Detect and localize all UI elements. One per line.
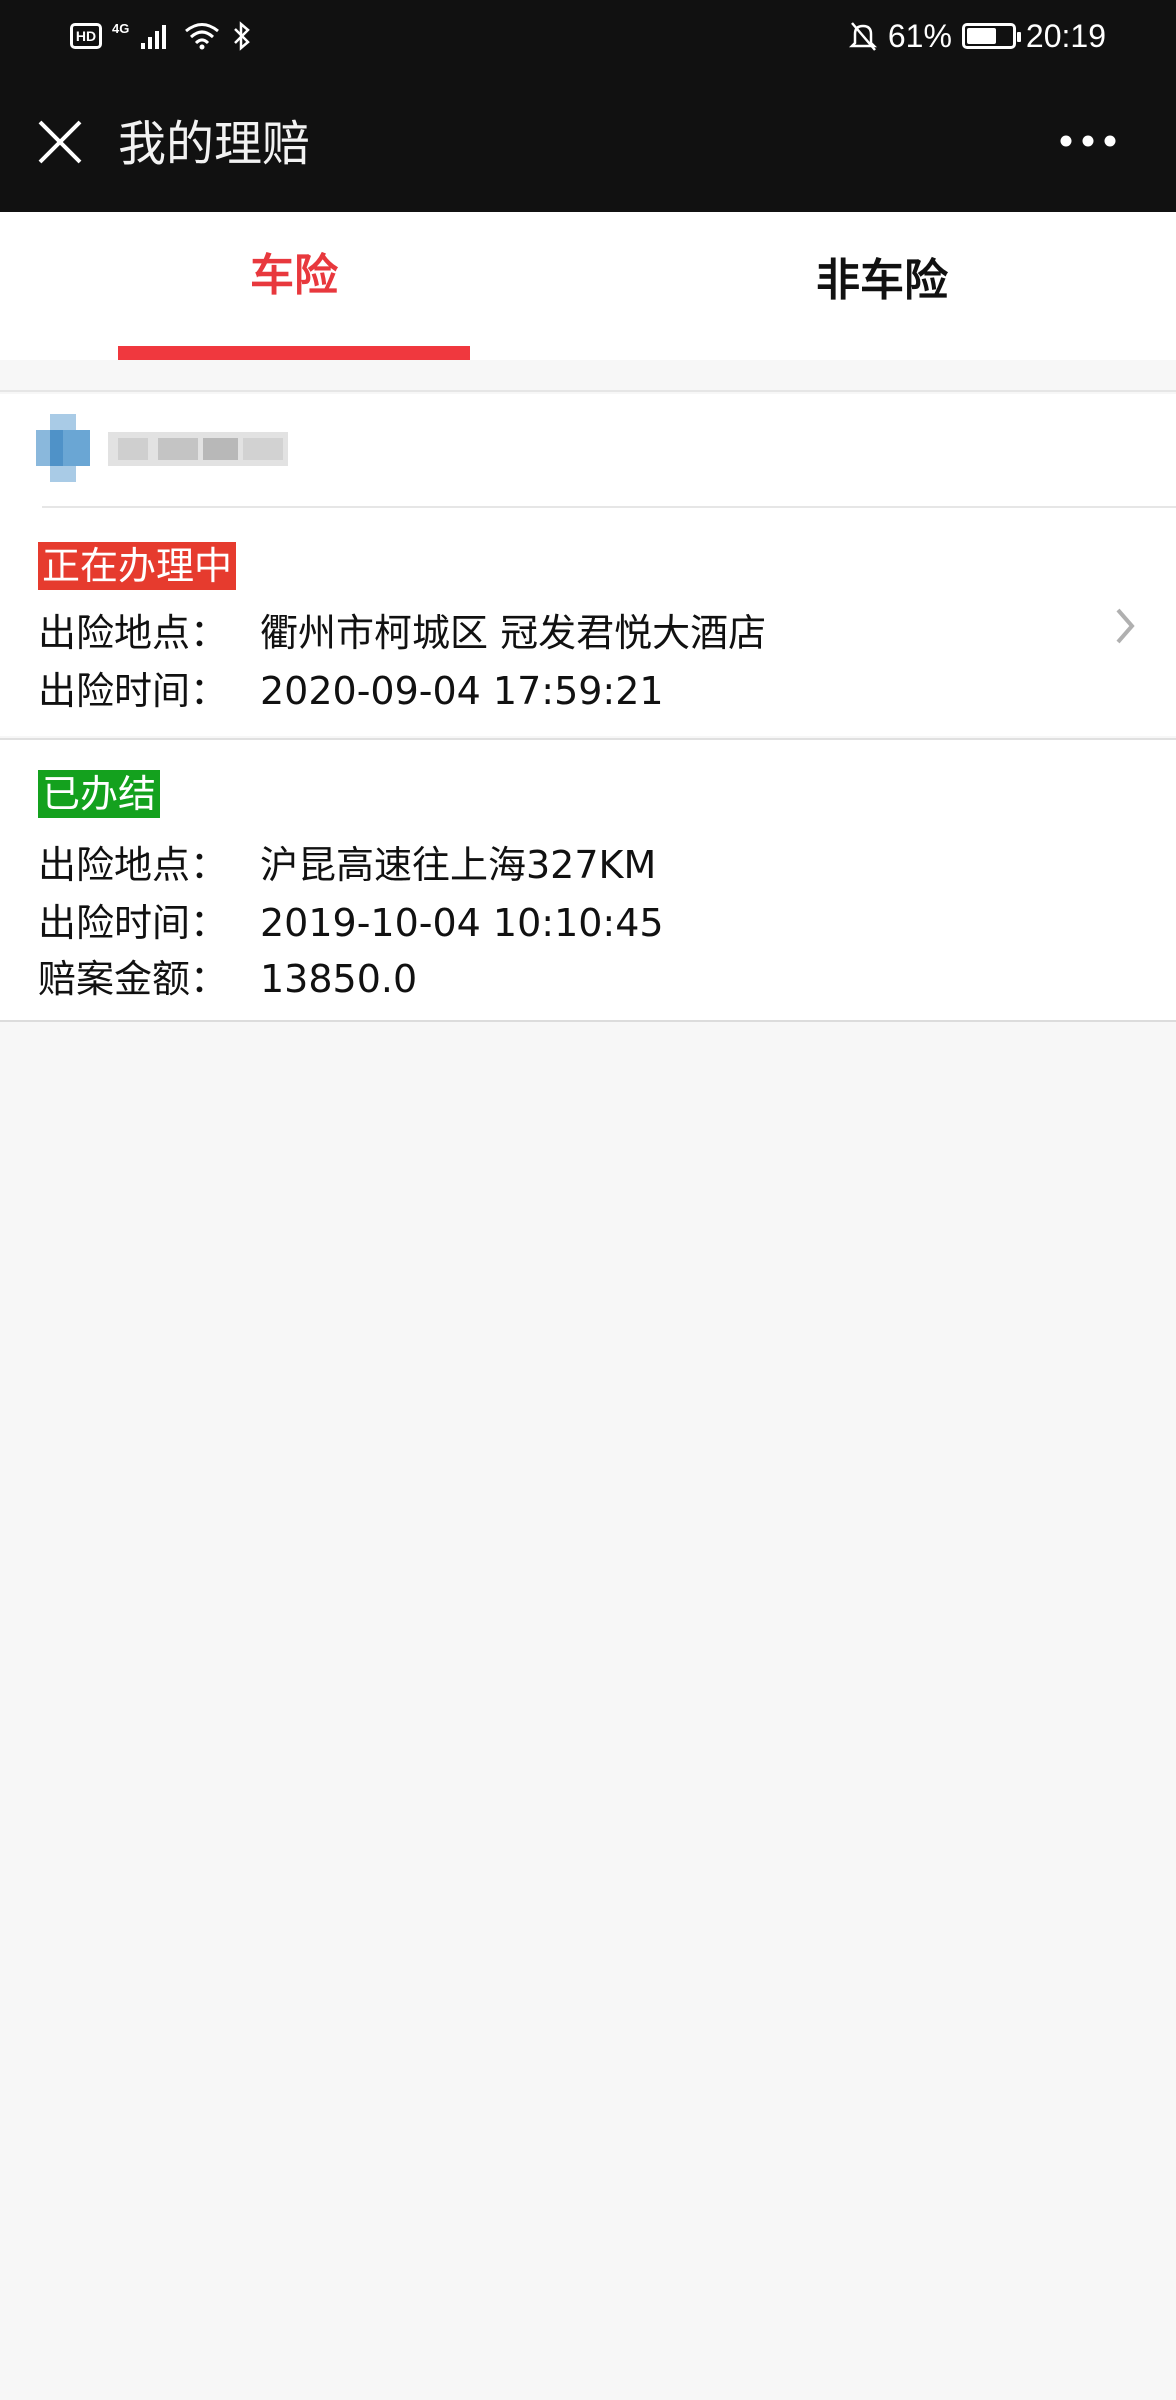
tab-non-car-insurance[interactable]: 非车险 [700,212,1064,360]
status-badge-completed: 已办结 [38,770,161,818]
time-label: 出险时间： [38,669,229,713]
section-gap [0,360,1176,392]
network-type: 4G [112,20,130,36]
more-button[interactable] [1026,116,1136,166]
time-value: 2019-10-04 10:10:45 [260,901,664,945]
claim-time-row: 出险时间： 2019-10-04 10:10:45 [38,898,664,948]
mute-bell-icon [848,22,877,51]
status-bar: HD 4G 61% 20:19 [0,0,1176,72]
claim-location-row: 出险地点： 沪昆高速往上海327KM [38,840,656,890]
account-header [0,394,1176,508]
account-name-blurred [108,432,288,466]
time-label: 出险时间： [38,901,229,945]
close-icon [38,120,82,164]
active-tab-indicator [118,346,470,360]
location-value: 衢州市柯城区 冠发君悦大酒店 [260,611,767,655]
location-label: 出险地点： [38,611,229,655]
time-value: 2020-09-04 17:59:21 [260,669,664,713]
chevron-right-icon [1116,608,1135,644]
wifi-icon [185,23,220,50]
claim-location-row: 出险地点： 衢州市柯城区 冠发君悦大酒店 [38,608,766,658]
claim-time-row: 出险时间： 2020-09-04 17:59:21 [38,666,664,716]
more-icon [1060,135,1116,147]
claim-item[interactable]: 正在办理中 出险地点： 衢州市柯城区 冠发君悦大酒店 出险时间： 2020-09-0… [0,508,1176,736]
close-button[interactable] [30,112,90,172]
claim-item[interactable]: 已办结 出险地点： 沪昆高速往上海327KM 出险时间： 2019-10-04 10… [0,738,1176,1022]
page-title: 我的理赔 [118,116,311,172]
app-bar: 我的理赔 [0,72,1176,212]
battery-percent: 61% [887,17,952,54]
battery-icon [961,23,1021,49]
status-badge-processing: 正在办理中 [38,542,237,590]
signal-icon [141,25,167,49]
clock: 20:19 [1025,17,1106,54]
location-value: 沪昆高速往上海327KM [260,843,657,887]
location-label: 出险地点： [38,843,229,887]
bluetooth-icon [234,21,251,51]
hd-indicator: HD [70,23,102,49]
tab-bar: 车险 非车险 [0,212,1176,360]
tab-car-insurance[interactable]: 车险 [118,212,470,360]
amount-label: 赔案金额： [38,957,229,1001]
amount-value: 13850.0 [260,957,418,1001]
status-bar-left: HD 4G [70,16,253,56]
claim-amount-row: 赔案金额： 13850.0 [38,954,417,1004]
status-bar-right: 61% 20:19 [848,14,1106,58]
avatar [36,414,90,482]
